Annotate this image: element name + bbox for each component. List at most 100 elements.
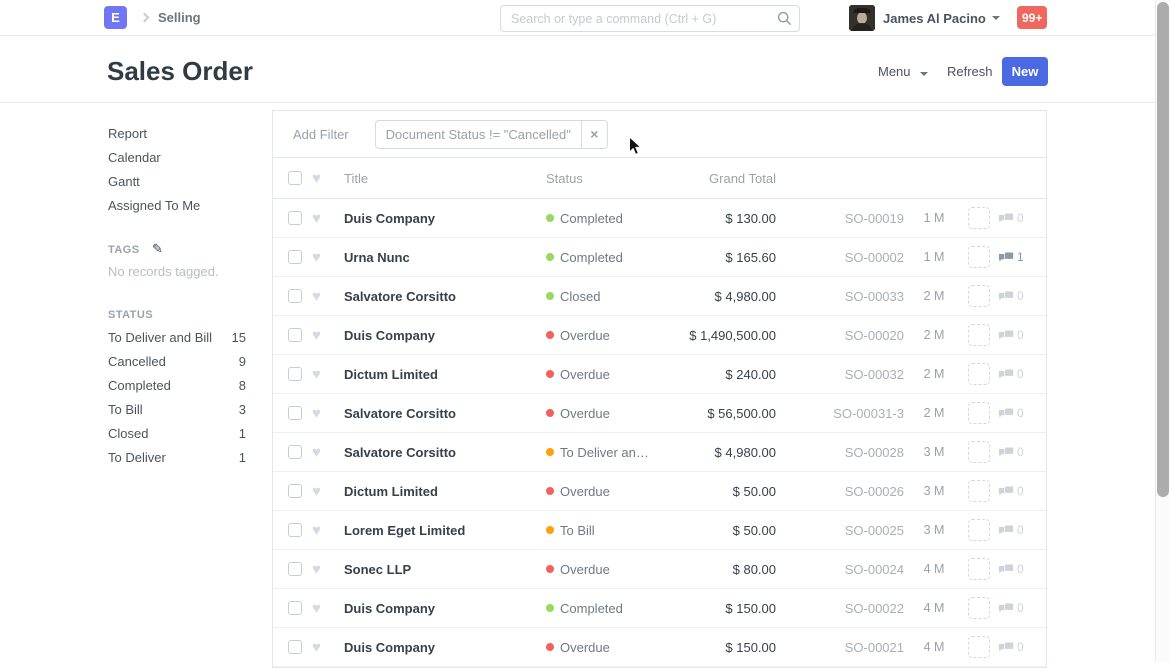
filter-text[interactable]: Document Status != "Cancelled" bbox=[376, 121, 581, 148]
row-document-id[interactable]: SO-00024 bbox=[776, 562, 904, 577]
row-document-id[interactable]: SO-00028 bbox=[776, 445, 904, 460]
assignee-placeholder[interactable] bbox=[968, 246, 990, 268]
row-title[interactable]: Dictum Limited bbox=[344, 484, 546, 499]
row-document-id[interactable]: SO-00020 bbox=[776, 328, 904, 343]
comments-indicator[interactable]: 0 bbox=[998, 328, 1046, 342]
sidebar-status-filter[interactable]: To Bill 3 bbox=[108, 398, 246, 422]
table-row[interactable]: ♥ Dictum Limited Overdue $ 240.00 SO-000… bbox=[273, 355, 1046, 394]
row-title[interactable]: Duis Company bbox=[344, 211, 546, 226]
scrollbar-thumb[interactable] bbox=[1157, 2, 1169, 497]
table-row[interactable]: ♥ Duis Company Completed $ 150.00 SO-000… bbox=[273, 589, 1046, 628]
row-title[interactable]: Duis Company bbox=[344, 640, 546, 655]
row-document-id[interactable]: SO-00031-3 bbox=[776, 406, 904, 421]
comments-indicator[interactable]: 0 bbox=[998, 406, 1046, 420]
like-heart-icon[interactable]: ♥ bbox=[312, 288, 344, 305]
row-checkbox[interactable] bbox=[288, 367, 302, 381]
row-title[interactable]: Dictum Limited bbox=[344, 367, 546, 382]
row-document-id[interactable]: SO-00019 bbox=[776, 211, 904, 226]
edit-tags-icon[interactable]: ✎ bbox=[152, 241, 163, 256]
assignee-placeholder[interactable] bbox=[968, 207, 990, 229]
sidebar-link[interactable]: Report bbox=[108, 122, 258, 146]
sidebar-status-filter[interactable]: Cancelled 9 bbox=[108, 350, 246, 374]
row-checkbox[interactable] bbox=[288, 484, 302, 498]
table-row[interactable]: ♥ Duis Company Overdue $ 150.00 SO-00021… bbox=[273, 628, 1046, 667]
comments-indicator[interactable]: 0 bbox=[998, 367, 1046, 381]
row-document-id[interactable]: SO-00026 bbox=[776, 484, 904, 499]
row-checkbox[interactable] bbox=[288, 250, 302, 264]
row-document-id[interactable]: SO-00025 bbox=[776, 523, 904, 538]
notifications-badge[interactable]: 99+ bbox=[1017, 6, 1047, 29]
like-heart-icon[interactable]: ♥ bbox=[312, 210, 344, 227]
sidebar-status-filter[interactable]: To Deliver 1 bbox=[108, 446, 246, 470]
assignee-placeholder[interactable] bbox=[968, 636, 990, 658]
assignee-placeholder[interactable] bbox=[968, 441, 990, 463]
row-title[interactable]: Lorem Eget Limited bbox=[344, 523, 546, 538]
table-row[interactable]: ♥ Sonec LLP Overdue $ 80.00 SO-00024 4 M… bbox=[273, 550, 1046, 589]
table-row[interactable]: ♥ Salvatore Corsitto Closed $ 4,980.00 S… bbox=[273, 277, 1046, 316]
active-filter-chip[interactable]: Document Status != "Cancelled" × bbox=[375, 120, 608, 149]
like-heart-icon[interactable]: ♥ bbox=[312, 444, 344, 461]
assignee-placeholder[interactable] bbox=[968, 324, 990, 346]
sidebar-status-filter[interactable]: Closed 1 bbox=[108, 422, 246, 446]
row-checkbox[interactable] bbox=[288, 562, 302, 576]
like-heart-icon[interactable]: ♥ bbox=[312, 639, 344, 656]
assignee-placeholder[interactable] bbox=[968, 597, 990, 619]
table-row[interactable]: ♥ Duis Company Completed $ 130.00 SO-000… bbox=[273, 199, 1046, 238]
sidebar-link[interactable]: Gantt bbox=[108, 170, 258, 194]
comments-indicator[interactable]: 0 bbox=[998, 562, 1046, 576]
row-document-id[interactable]: SO-00002 bbox=[776, 250, 904, 265]
row-title[interactable]: Salvatore Corsitto bbox=[344, 445, 546, 460]
comments-indicator[interactable]: 0 bbox=[998, 445, 1046, 459]
sidebar-status-filter[interactable]: Completed 8 bbox=[108, 374, 246, 398]
comments-indicator[interactable]: 1 bbox=[998, 250, 1046, 264]
search-input[interactable] bbox=[500, 5, 800, 32]
row-checkbox[interactable] bbox=[288, 406, 302, 420]
assignee-placeholder[interactable] bbox=[968, 285, 990, 307]
row-title[interactable]: Sonec LLP bbox=[344, 562, 546, 577]
row-document-id[interactable]: SO-00032 bbox=[776, 367, 904, 382]
row-title[interactable]: Duis Company bbox=[344, 601, 546, 616]
like-heart-icon[interactable]: ♥ bbox=[312, 522, 344, 539]
user-menu[interactable]: James Al Pacino bbox=[849, 5, 1000, 31]
row-checkbox[interactable] bbox=[288, 328, 302, 342]
like-filter-heart-icon[interactable]: ♥ bbox=[312, 170, 344, 187]
assignee-placeholder[interactable] bbox=[968, 519, 990, 541]
breadcrumb-module[interactable]: Selling bbox=[158, 10, 201, 25]
like-heart-icon[interactable]: ♥ bbox=[312, 600, 344, 617]
assignee-placeholder[interactable] bbox=[968, 480, 990, 502]
row-checkbox[interactable] bbox=[288, 445, 302, 459]
table-row[interactable]: ♥ Lorem Eget Limited To Bill $ 50.00 SO-… bbox=[273, 511, 1046, 550]
row-document-id[interactable]: SO-00021 bbox=[776, 640, 904, 655]
row-title[interactable]: Duis Company bbox=[344, 328, 546, 343]
row-document-id[interactable]: SO-00033 bbox=[776, 289, 904, 304]
table-row[interactable]: ♥ Urna Nunc Completed $ 165.60 SO-00002 … bbox=[273, 238, 1046, 277]
table-row[interactable]: ♥ Duis Company Overdue $ 1,490,500.00 SO… bbox=[273, 316, 1046, 355]
row-title[interactable]: Salvatore Corsitto bbox=[344, 406, 546, 421]
remove-filter-icon[interactable]: × bbox=[581, 121, 607, 148]
sidebar-status-filter[interactable]: To Deliver and Bill 15 bbox=[108, 326, 246, 350]
new-button[interactable]: New bbox=[1002, 57, 1048, 86]
add-filter-button[interactable]: Add Filter bbox=[293, 127, 349, 142]
row-checkbox[interactable] bbox=[288, 523, 302, 537]
row-checkbox[interactable] bbox=[288, 289, 302, 303]
like-heart-icon[interactable]: ♥ bbox=[312, 327, 344, 344]
row-title[interactable]: Salvatore Corsitto bbox=[344, 289, 546, 304]
row-checkbox[interactable] bbox=[288, 601, 302, 615]
row-title[interactable]: Urna Nunc bbox=[344, 250, 546, 265]
assignee-placeholder[interactable] bbox=[968, 363, 990, 385]
row-document-id[interactable]: SO-00022 bbox=[776, 601, 904, 616]
column-title[interactable]: Title bbox=[344, 171, 546, 186]
like-heart-icon[interactable]: ♥ bbox=[312, 366, 344, 383]
column-status[interactable]: Status bbox=[546, 171, 656, 186]
select-all-checkbox[interactable] bbox=[288, 171, 302, 185]
refresh-button[interactable]: Refresh bbox=[947, 64, 993, 79]
assignee-placeholder[interactable] bbox=[968, 558, 990, 580]
like-heart-icon[interactable]: ♥ bbox=[312, 405, 344, 422]
table-row[interactable]: ♥ Salvatore Corsitto To Deliver an… $ 4,… bbox=[273, 433, 1046, 472]
table-row[interactable]: ♥ Salvatore Corsitto Overdue $ 56,500.00… bbox=[273, 394, 1046, 433]
row-checkbox[interactable] bbox=[288, 211, 302, 225]
vertical-scrollbar[interactable] bbox=[1155, 0, 1170, 662]
app-logo[interactable]: E bbox=[104, 6, 127, 29]
like-heart-icon[interactable]: ♥ bbox=[312, 483, 344, 500]
column-grand-total[interactable]: Grand Total bbox=[656, 171, 776, 186]
